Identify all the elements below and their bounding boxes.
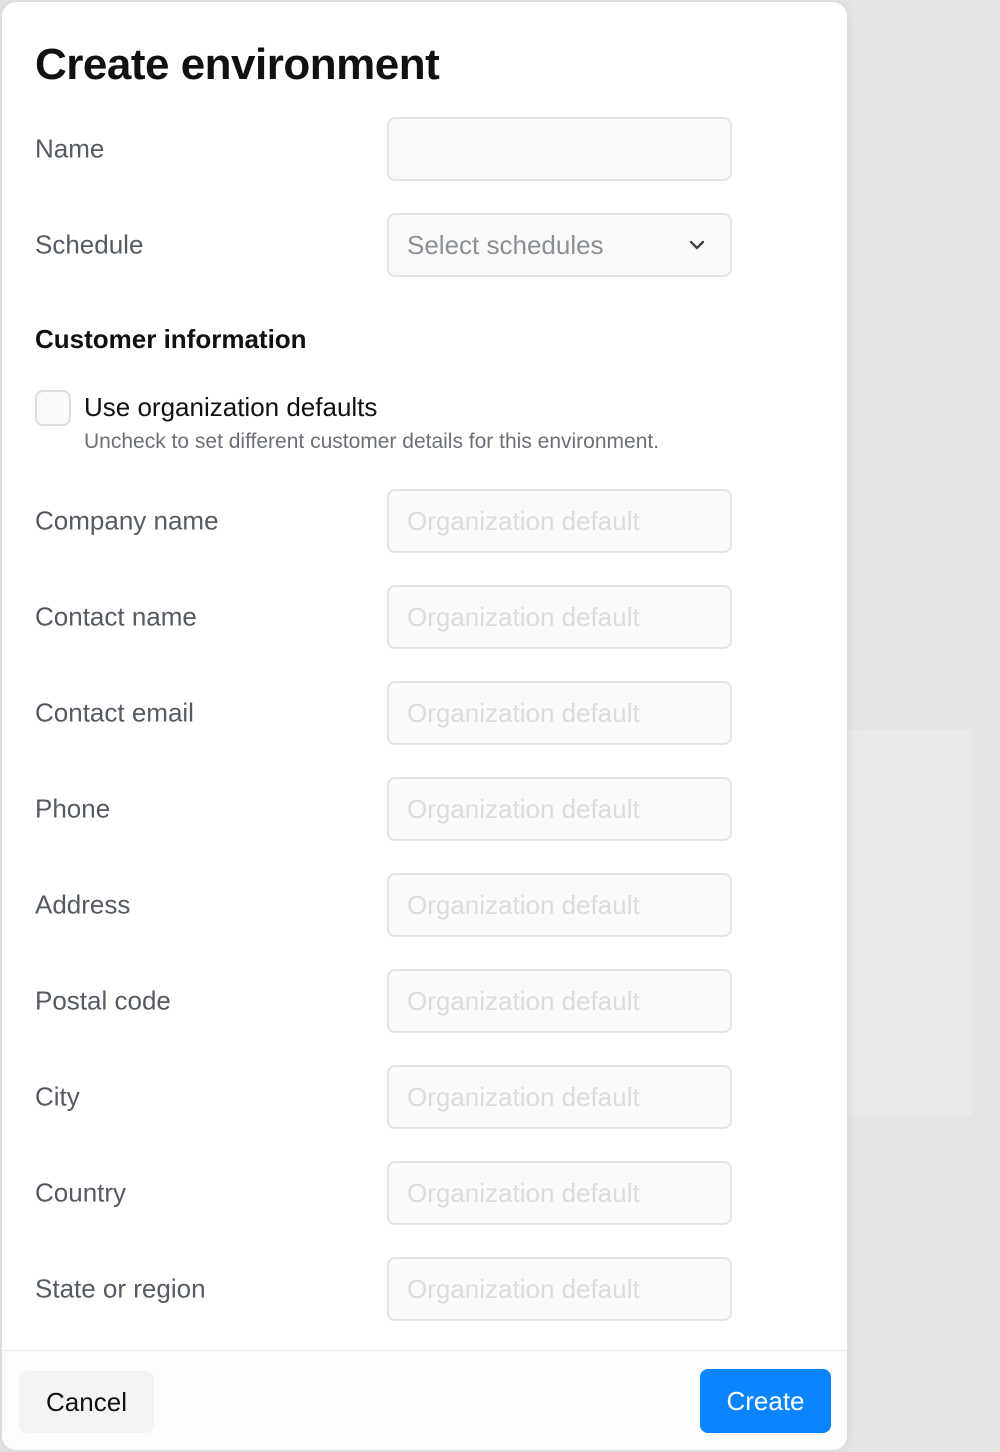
background-panel: [840, 730, 972, 1115]
customer-information-heading: Customer information: [35, 324, 307, 354]
schedule-row: Schedule Select schedules: [35, 213, 735, 277]
cancel-button[interactable]: Cancel: [19, 1371, 154, 1433]
contact-email-row: Contact email: [35, 681, 735, 745]
contact-email-label: Contact email: [35, 697, 194, 728]
city-input[interactable]: [387, 1065, 732, 1129]
postal-code-row: Postal code: [35, 969, 735, 1033]
contact-email-input[interactable]: [387, 681, 732, 745]
postal-code-input[interactable]: [387, 969, 732, 1033]
use-organization-defaults-checkbox[interactable]: [35, 390, 71, 426]
contact-name-input[interactable]: [387, 585, 732, 649]
name-label: Name: [35, 133, 105, 164]
company-name-input[interactable]: [387, 489, 732, 553]
chevron-down-icon: [689, 240, 705, 250]
use-organization-defaults-help: Uncheck to set different customer detail…: [84, 430, 660, 453]
schedule-select-placeholder: Select schedules: [407, 229, 604, 260]
dialog-title: Create environment: [35, 40, 440, 89]
name-input[interactable]: [387, 117, 732, 181]
city-row: City: [35, 1065, 735, 1129]
state-or-region-row: State or region: [35, 1257, 735, 1321]
country-label: Country: [35, 1177, 127, 1208]
phone-label: Phone: [35, 793, 111, 824]
name-row: Name: [35, 117, 735, 181]
use-organization-defaults-label[interactable]: Use organization defaults: [84, 392, 377, 423]
address-row: Address: [35, 873, 735, 937]
company-name-row: Company name: [35, 489, 735, 553]
dialog-footer: Cancel Create: [2, 1350, 847, 1450]
address-label: Address: [35, 889, 131, 920]
state-or-region-input[interactable]: [387, 1257, 732, 1321]
country-row: Country: [35, 1161, 735, 1225]
schedule-label: Schedule: [35, 229, 144, 260]
phone-input[interactable]: [387, 777, 732, 841]
postal-code-label: Postal code: [35, 985, 171, 1016]
phone-row: Phone: [35, 777, 735, 841]
country-input[interactable]: [387, 1161, 732, 1225]
schedule-select[interactable]: Select schedules: [387, 213, 732, 277]
address-input[interactable]: [387, 873, 732, 937]
contact-name-row: Contact name: [35, 585, 735, 649]
create-button[interactable]: Create: [700, 1369, 831, 1433]
state-or-region-label: State or region: [35, 1273, 206, 1304]
contact-name-label: Contact name: [35, 601, 197, 632]
city-label: City: [35, 1081, 80, 1112]
create-environment-dialog: Create environment Name Schedule Select …: [2, 2, 847, 1450]
company-name-label: Company name: [35, 505, 219, 536]
